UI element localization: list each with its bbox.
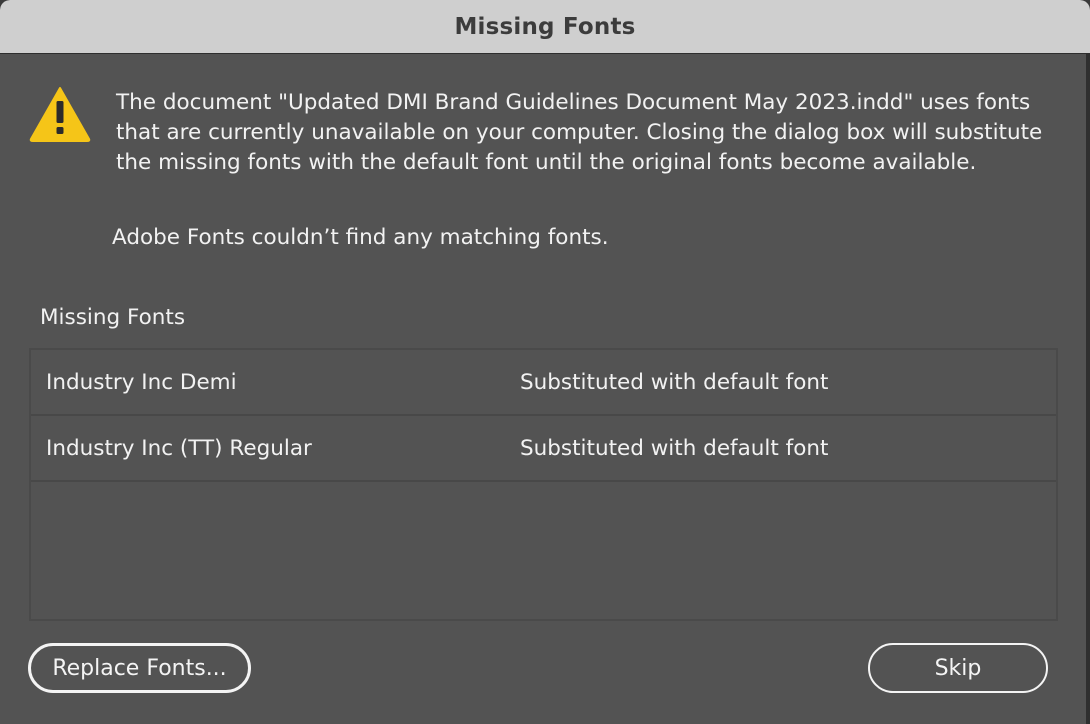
missing-fonts-dialog: Missing Fonts The document "Updated DMI … bbox=[0, 0, 1090, 724]
dialog-message: The document "Updated DMI Brand Guidelin… bbox=[116, 90, 1043, 175]
replace-fonts-button[interactable]: Replace Fonts... bbox=[28, 643, 251, 693]
list-item[interactable]: Industry Inc Demi Substituted with defau… bbox=[31, 350, 1056, 416]
missing-fonts-list[interactable]: Industry Inc Demi Substituted with defau… bbox=[29, 348, 1058, 621]
title-bar[interactable]: Missing Fonts bbox=[0, 0, 1090, 54]
font-status: Substituted with default font bbox=[520, 370, 829, 395]
font-status: Substituted with default font bbox=[520, 436, 829, 461]
window-edge bbox=[1086, 54, 1090, 724]
missing-fonts-label: Missing Fonts bbox=[40, 305, 186, 330]
font-name: Industry Inc Demi bbox=[46, 370, 237, 395]
skip-button[interactable]: Skip bbox=[868, 643, 1048, 693]
adobe-fonts-note: Adobe Fonts couldn’t find any matching f… bbox=[112, 225, 609, 250]
warning-icon bbox=[29, 87, 91, 142]
font-name: Industry Inc (TT) Regular bbox=[46, 436, 312, 461]
list-item[interactable]: Industry Inc (TT) Regular Substituted wi… bbox=[31, 416, 1056, 482]
dialog-title: Missing Fonts bbox=[454, 13, 636, 40]
